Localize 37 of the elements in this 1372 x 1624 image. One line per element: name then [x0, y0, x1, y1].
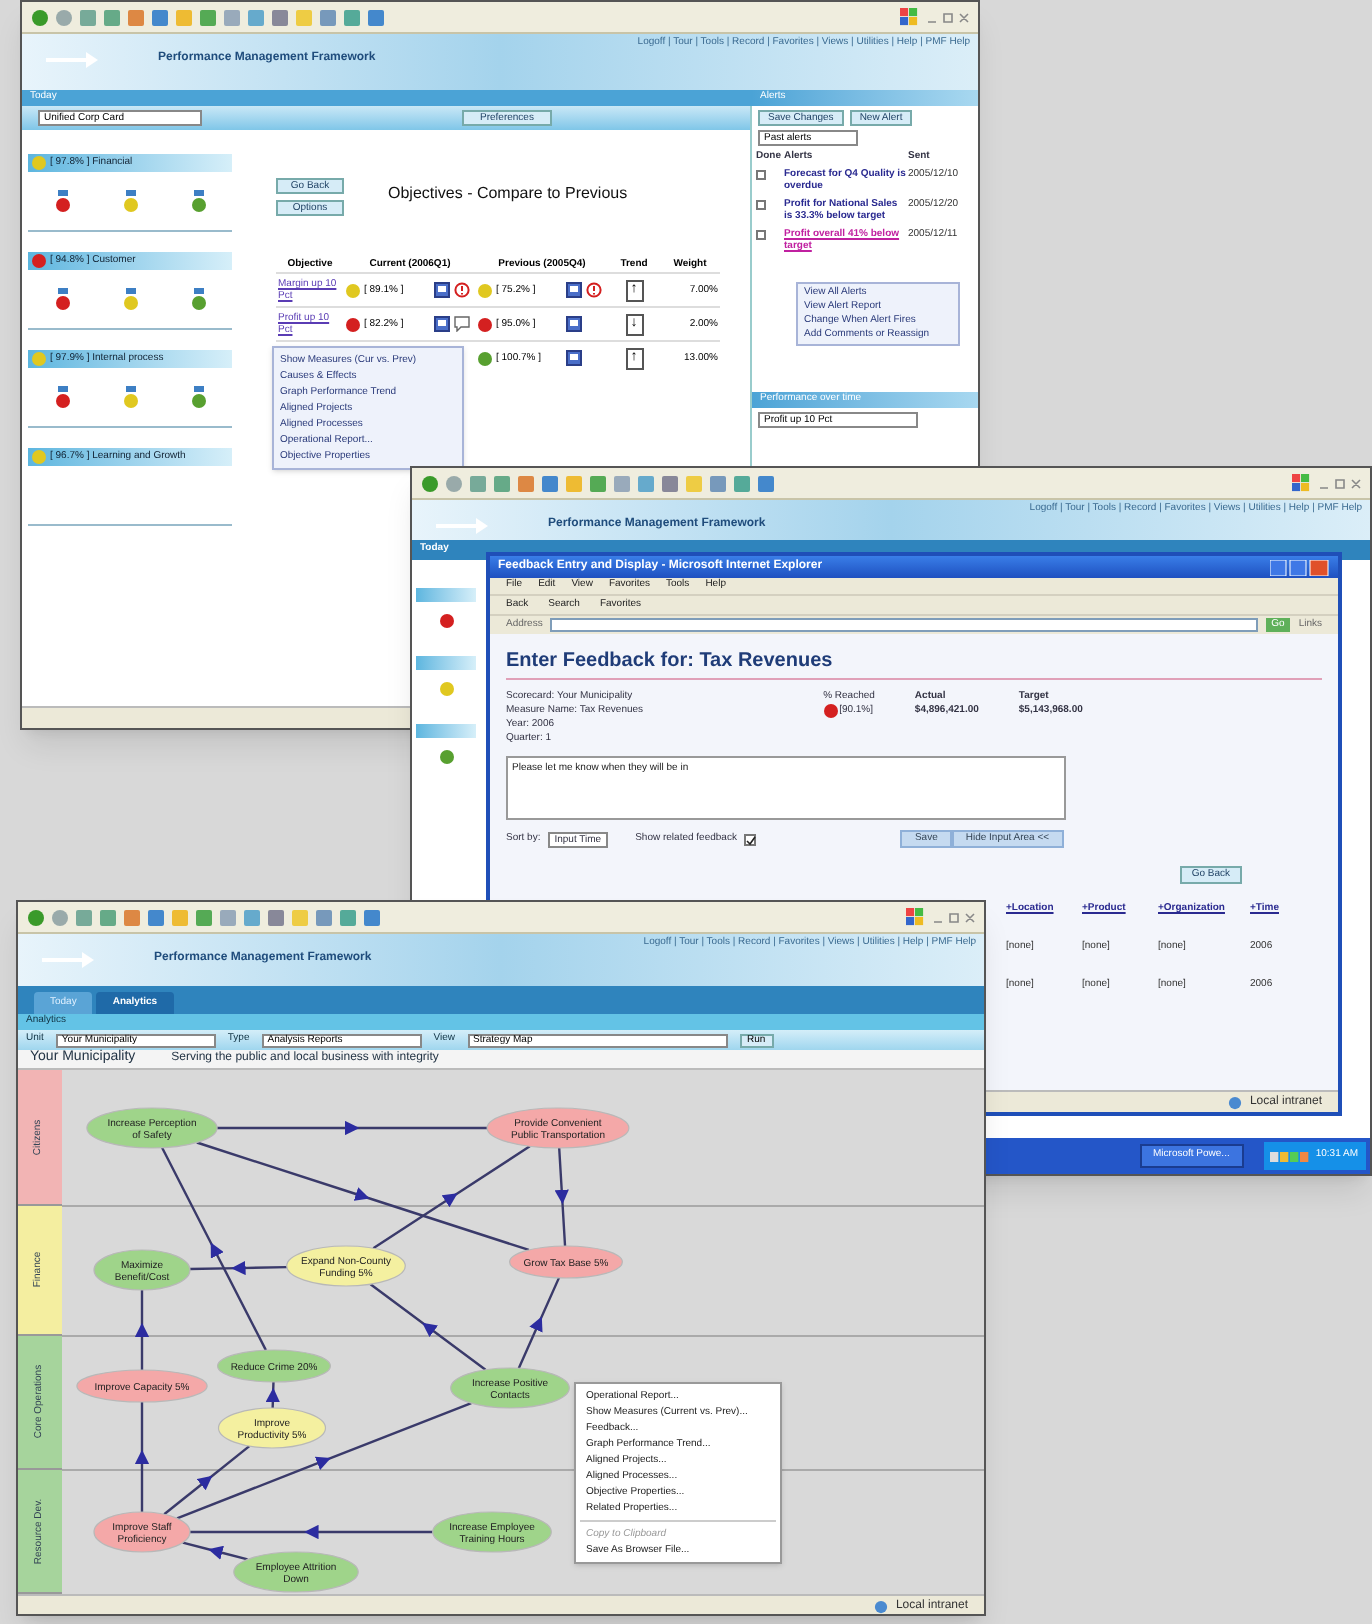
perspective-header: [416, 724, 476, 738]
arrow-logo-icon: [46, 51, 98, 67]
checkbox[interactable]: [756, 170, 766, 180]
threshold-marker: [125, 386, 135, 392]
tray-icons-drawing: [1269, 1149, 1310, 1163]
threshold-marker: [57, 386, 67, 392]
document-icon[interactable]: [566, 316, 582, 332]
document-icon[interactable]: [566, 350, 582, 366]
document-icon[interactable]: [434, 316, 450, 332]
windows-logo-icon: [900, 8, 918, 26]
threshold-marker: [193, 288, 203, 294]
window-controls-drawing: [932, 911, 976, 923]
threshold-marker: [125, 288, 135, 294]
threshold-marker: [125, 190, 135, 196]
perspective-header: [416, 588, 476, 602]
threshold-marker: [193, 386, 203, 392]
address-field[interactable]: [550, 618, 1258, 632]
window-controls-drawing: [1318, 477, 1362, 489]
arrow-logo-icon: [42, 951, 94, 967]
page-title: Objectives - Compare to Previous: [388, 182, 628, 206]
windows-logo-icon: [1292, 474, 1310, 492]
threshold-marker: [193, 190, 203, 196]
perspective-header: [416, 656, 476, 670]
globe-icon: [1227, 1095, 1242, 1109]
checkbox[interactable]: [756, 200, 766, 210]
checkbox[interactable]: [744, 833, 757, 845]
feedback-heading: Enter Feedback for: Tax Revenues: [506, 646, 1322, 680]
document-icon[interactable]: [566, 282, 582, 298]
globe-icon: [873, 1599, 888, 1613]
checkbox[interactable]: [756, 230, 766, 240]
window-controls-drawing: [1270, 559, 1330, 575]
arrow-logo-icon: [436, 517, 488, 533]
document-icon[interactable]: [434, 282, 450, 298]
threshold-marker: [57, 190, 67, 196]
threshold-marker: [57, 288, 67, 294]
window-controls-drawing: [926, 11, 970, 23]
windows-logo-icon: [906, 908, 924, 926]
